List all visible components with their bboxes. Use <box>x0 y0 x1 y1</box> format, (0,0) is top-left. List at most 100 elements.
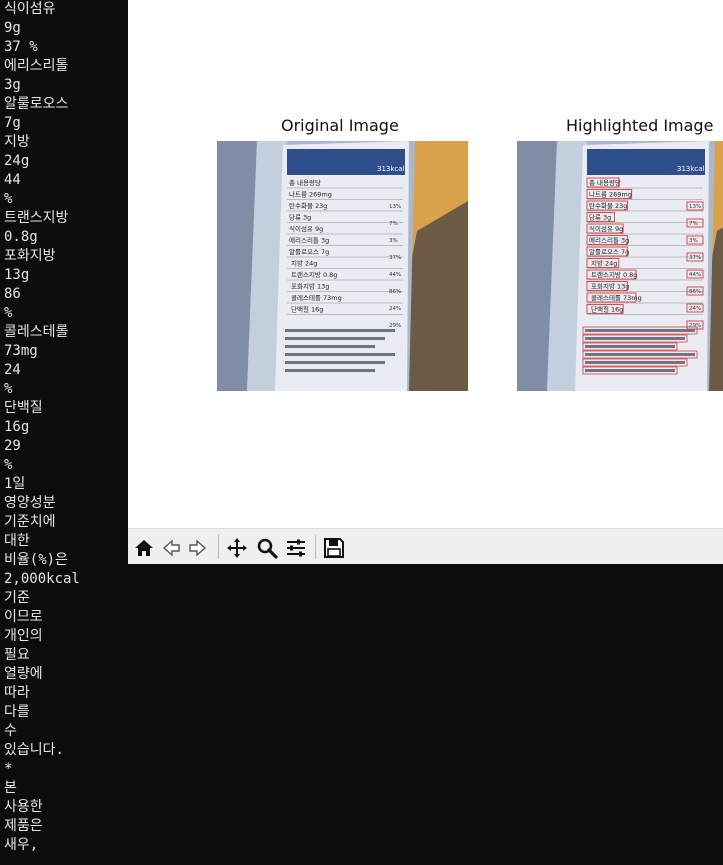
toolbar-separator <box>315 535 316 559</box>
terminal-line: 다를 <box>4 704 30 720</box>
figure-canvas[interactable]: Original Image Highlighted Image 313kcal… <box>128 0 723 528</box>
percent-text: 86% <box>389 289 401 295</box>
forward-icon <box>189 539 207 557</box>
percent-text: 7% <box>389 221 398 227</box>
terminal-line: % <box>4 381 13 397</box>
terminal-line: 새우, <box>4 837 39 853</box>
percent-text: 37% <box>389 255 401 261</box>
subplot-title-original: Original Image <box>281 116 399 135</box>
back-button[interactable] <box>158 535 184 561</box>
highlighted-image: 313kcal 총 내용량당나트륨 269mg 탄수화물 23g 당류 3g 식이섬유 … <box>517 141 723 391</box>
terminal-line: 86 <box>4 286 21 302</box>
navigation-toolbar <box>128 528 723 564</box>
terminal-line: 포화지방 <box>4 248 56 264</box>
percent-text: 44% <box>689 272 701 278</box>
terminal-line: 있습니다. <box>4 742 64 758</box>
terminal-line: 0.8g <box>4 229 38 245</box>
terminal-line: * <box>4 761 13 777</box>
label-line-text: 콜레스테롤 73mg <box>591 293 642 302</box>
terminal-line: 비율(%)은 <box>4 552 68 568</box>
terminal-line: 이므로 <box>4 609 43 625</box>
label-line-text: 탄수화물 23g <box>289 201 327 210</box>
terminal-line: 개인의 <box>4 628 43 644</box>
percent-text: 29% <box>389 323 401 329</box>
fine-print-line <box>285 353 395 356</box>
label-line-text: 식이섬유 9g <box>289 224 323 233</box>
label-line-text: 에리스리톨 3g <box>289 236 329 245</box>
terminal-line: 73mg <box>4 343 38 359</box>
terminal-line: 44 <box>4 172 21 188</box>
label-line-text: 나트륨 269mg <box>289 190 332 199</box>
terminal-line: 기준 <box>4 590 30 606</box>
terminal-line: 29 <box>4 438 21 454</box>
fine-print-line <box>285 369 375 372</box>
percent-text: 13% <box>689 204 701 210</box>
percent-text: 3% <box>689 238 698 244</box>
terminal-line: 7g <box>4 115 21 131</box>
matplotlib-figure-window: Original Image Highlighted Image 313kcal… <box>128 0 723 564</box>
save-icon <box>324 538 344 558</box>
kcal-text: 313kcal <box>677 165 705 173</box>
fine-print-line <box>585 361 685 364</box>
terminal-line: 13g <box>4 267 30 283</box>
fine-print-line <box>285 361 385 364</box>
configure-subplots-button[interactable] <box>283 535 309 561</box>
fine-print-line <box>585 329 695 332</box>
terminal-line: 본 <box>4 780 17 796</box>
percent-text: 13% <box>389 204 401 210</box>
back-icon <box>162 539 180 557</box>
zoom-button[interactable] <box>254 535 280 561</box>
home-icon <box>135 540 153 556</box>
forward-button[interactable] <box>185 535 211 561</box>
label-line-text: 포화지방 13g <box>591 282 629 291</box>
home-button[interactable] <box>131 535 157 561</box>
label-line-text: 당류 3g <box>589 213 611 222</box>
terminal-line: 지방 <box>4 134 30 150</box>
label-line-text: 식이섬유 9g <box>589 224 623 233</box>
terminal-line: 에리스리톨 <box>4 58 69 74</box>
terminal-line: 37 % <box>4 39 38 55</box>
subplot-title-highlighted: Highlighted Image <box>566 116 714 135</box>
terminal-line: 트랜스지방 <box>4 210 69 226</box>
percent-text: 24% <box>389 306 401 312</box>
terminal-line: 16g <box>4 419 30 435</box>
fine-print-line <box>585 369 675 372</box>
terminal-line: 식이섬유 <box>4 1 56 17</box>
pan-icon <box>227 538 247 558</box>
save-button[interactable] <box>321 535 347 561</box>
label-line-text: 지방 24g <box>291 259 317 268</box>
terminal-line: 따라 <box>4 685 30 701</box>
fine-print-line <box>585 345 675 348</box>
label-line-text: 단백질 16g <box>291 305 323 314</box>
label-line-text: 트랜스지방 0.8g <box>291 270 337 279</box>
terminal-line: 대한 <box>4 533 30 549</box>
label-line-text: 에리스리톨 3g <box>589 236 629 245</box>
terminal-line: 1일 <box>4 476 26 492</box>
percent-text: 86% <box>689 289 701 295</box>
percent-text: 29% <box>689 323 701 329</box>
label-line-text: 총 내용량당 <box>289 178 321 187</box>
pan-button[interactable] <box>224 535 250 561</box>
terminal-line: 알룰로오스 <box>4 96 69 112</box>
terminal-line: 제품은 <box>4 818 43 834</box>
terminal-line: 사용한 <box>4 799 43 815</box>
label-line-text: 나트륨 269mg <box>589 190 632 199</box>
terminal-line: % <box>4 191 13 207</box>
fine-print-line <box>285 345 375 348</box>
label-line-text: 총 내용량당 <box>589 178 621 187</box>
terminal-line: 24g <box>4 153 30 169</box>
terminal-line: 콜레스테롤 <box>4 324 69 340</box>
label-line-text: 알룰로오스 7g <box>289 247 329 256</box>
label-line-text: 콜레스테롤 73mg <box>291 293 342 302</box>
fine-print-line <box>285 337 385 340</box>
label-line-text: 알룰로오스 7g <box>589 247 629 256</box>
terminal-line: % <box>4 457 13 473</box>
terminal-line: 3g <box>4 77 21 93</box>
terminal-line: 기준치에 <box>4 514 56 530</box>
terminal-line: 2,000kcal <box>4 571 80 587</box>
fine-print-line <box>585 353 695 356</box>
terminal-line: 단백질 <box>4 400 43 416</box>
percent-text: 37% <box>689 255 701 261</box>
zoom-icon <box>257 538 278 559</box>
terminal-output: 식이섬유 9g 37 % 에리스리톨 3g 알룰로오스 7g 지방 24g 44% 트랜스지방 0.8… <box>0 0 128 865</box>
